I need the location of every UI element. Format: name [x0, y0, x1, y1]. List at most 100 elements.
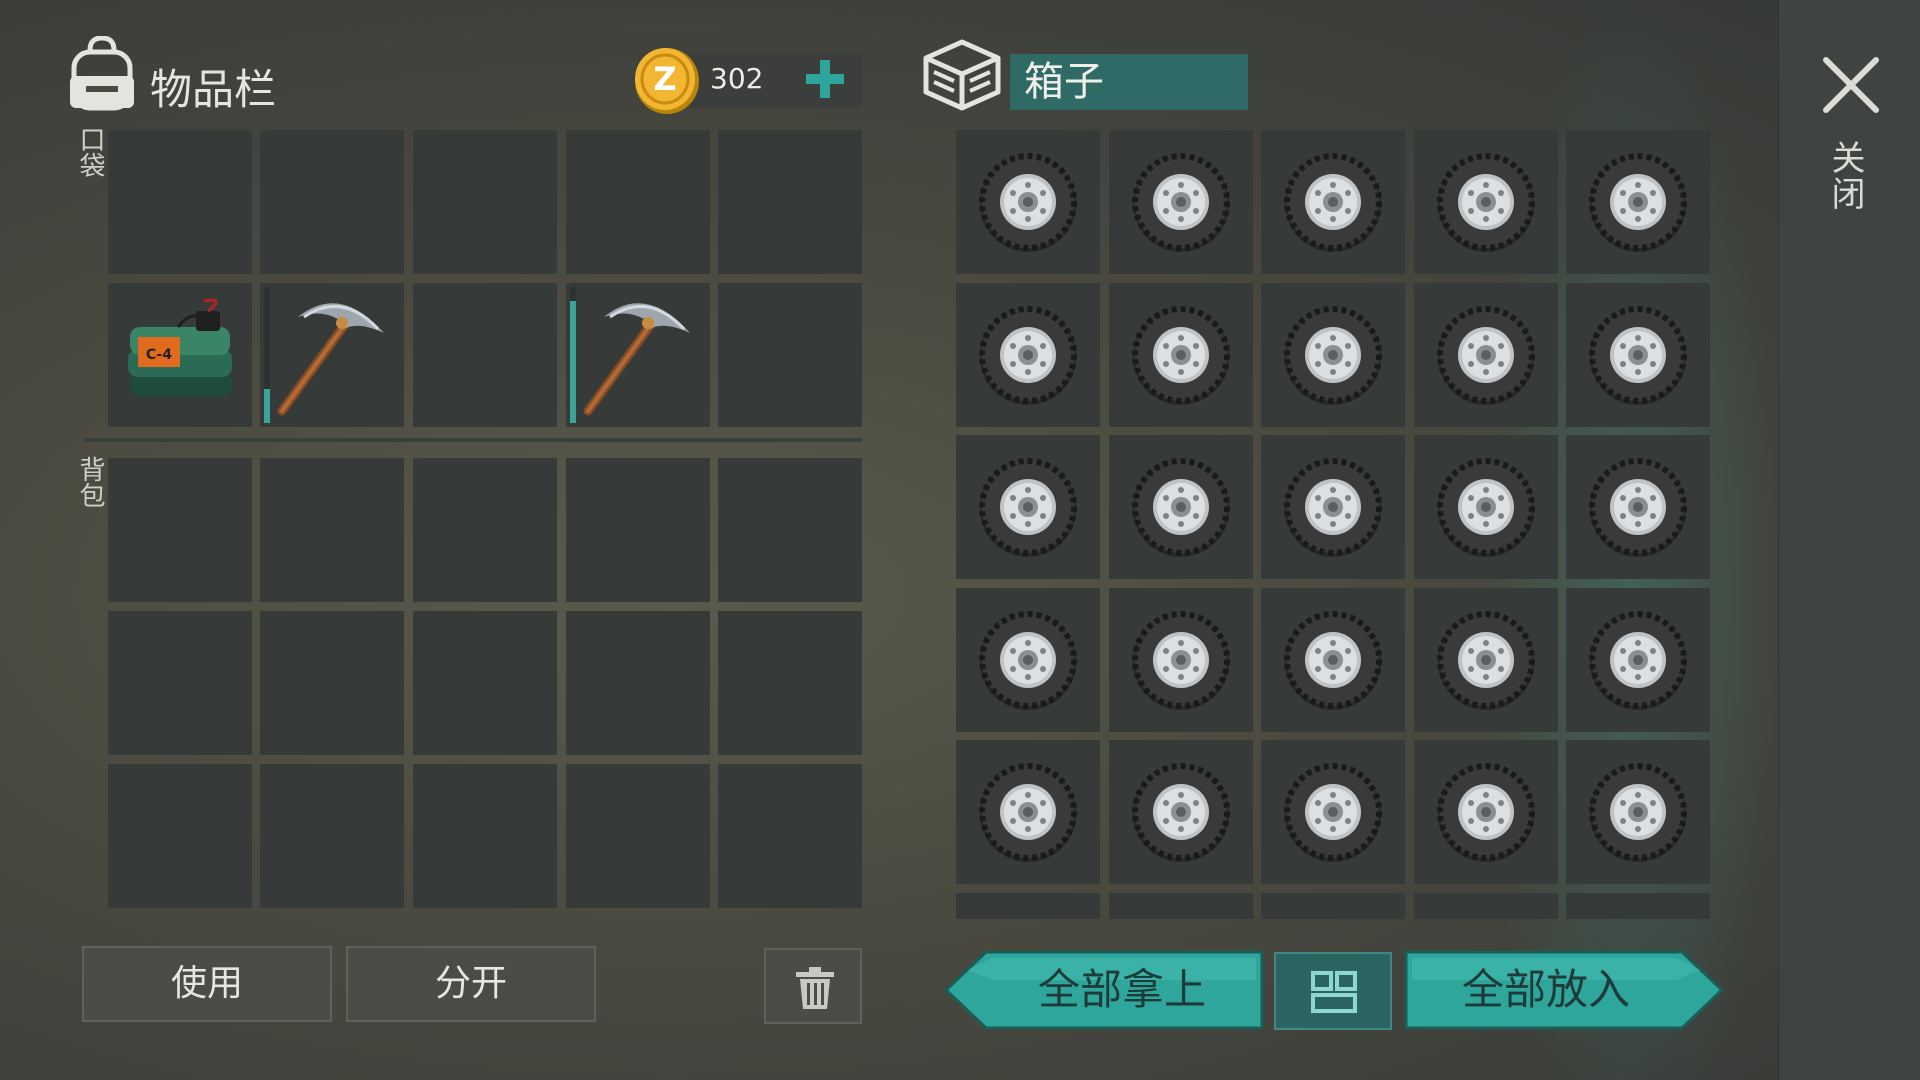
container-slot[interactable] [956, 740, 1100, 884]
tire-icon [1414, 283, 1558, 431]
container-slot[interactable] [1108, 282, 1253, 427]
backpack-slot[interactable] [260, 458, 404, 602]
durability-fill [264, 389, 270, 423]
pocket-slot-4[interactable] [566, 130, 710, 274]
backpack-label: 背包 [75, 456, 105, 508]
pocket-slot-3[interactable] [413, 130, 557, 274]
currency-value: 302 [710, 62, 764, 95]
backpack-slot[interactable] [108, 611, 252, 755]
container-slot[interactable] [1566, 587, 1710, 732]
tire-icon [1414, 588, 1558, 736]
tire-icon [1109, 283, 1253, 431]
container-slot[interactable] [1108, 740, 1253, 884]
backpack-slot[interactable] [108, 458, 252, 602]
tire-icon [1109, 740, 1253, 888]
tire-icon [1566, 588, 1710, 736]
tire-icon [1414, 130, 1558, 278]
container-slot[interactable] [956, 892, 1100, 919]
container-slot[interactable] [1413, 892, 1558, 919]
backpack-slot[interactable] [413, 611, 557, 755]
pocket-slot-8[interactable] [413, 283, 557, 427]
container-slot[interactable] [1566, 740, 1710, 884]
tire-icon [1566, 130, 1710, 278]
coin-icon: Z [635, 48, 699, 114]
container-slot[interactable] [1108, 892, 1253, 919]
container-slot[interactable] [1413, 740, 1558, 884]
backpack-slot[interactable] [413, 458, 557, 602]
tire-icon [1261, 283, 1405, 431]
tire-icon [956, 740, 1100, 888]
container-slot[interactable] [956, 435, 1100, 579]
container-slot[interactable] [1108, 435, 1253, 579]
pickaxe-icon [583, 303, 690, 416]
container-slot[interactable] [1566, 435, 1710, 579]
backpack-slot[interactable] [108, 764, 252, 908]
container-slot[interactable] [1261, 130, 1405, 274]
backpack-slot[interactable] [718, 611, 862, 755]
tire-icon [1566, 435, 1710, 583]
container-slot[interactable] [1261, 740, 1405, 884]
container-slot[interactable] [1413, 130, 1558, 274]
tire-icon [956, 435, 1100, 583]
c4-label: C-4 [146, 347, 172, 363]
box-icon [923, 39, 1001, 111]
sort-grid-icon [1311, 971, 1357, 1013]
add-currency-button[interactable] [800, 54, 850, 104]
container-slot[interactable] [1566, 130, 1710, 274]
close-icon[interactable] [1818, 52, 1884, 118]
pocket-slot-9[interactable] [566, 283, 710, 427]
pocket-slot-6[interactable]: C-4 [108, 283, 252, 427]
pocket-slot-2[interactable] [260, 130, 404, 274]
tire-icon [1261, 435, 1405, 583]
backpack-slot[interactable] [566, 764, 710, 908]
tire-icon [1414, 740, 1558, 888]
container-slot[interactable] [1108, 130, 1253, 274]
tire-icon [1109, 435, 1253, 583]
container-slot[interactable] [956, 587, 1100, 732]
close-label[interactable]: 关闭 [1825, 140, 1870, 212]
take-all-button[interactable]: 全部拿上 [942, 950, 1264, 1030]
container-slot[interactable] [1413, 587, 1558, 732]
use-button[interactable]: 使用 [82, 946, 332, 1022]
container-slot[interactable] [1413, 435, 1558, 579]
container-slot[interactable] [1261, 587, 1405, 732]
tire-icon [1566, 740, 1710, 888]
container-slot[interactable] [1108, 587, 1253, 732]
split-button[interactable]: 分开 [346, 946, 596, 1022]
durability-fill [570, 301, 576, 423]
svg-text:Z: Z [653, 60, 676, 98]
tire-icon [1261, 740, 1405, 888]
c4-explosive-icon: C-4 [128, 298, 232, 397]
tire-icon [1566, 283, 1710, 431]
container-slot[interactable] [956, 130, 1100, 274]
put-all-label: 全部放入 [1461, 965, 1630, 1014]
section-divider [84, 438, 862, 442]
pocket-slot-1[interactable] [108, 130, 252, 274]
pocket-slot-5[interactable] [718, 130, 862, 274]
container-slot[interactable] [1261, 282, 1405, 427]
container-slot[interactable] [1566, 282, 1710, 427]
container-slot[interactable] [1261, 435, 1405, 579]
trash-button[interactable] [764, 948, 862, 1024]
inventory-title: 物品栏 [150, 65, 277, 114]
pickaxe-icon [277, 303, 384, 416]
container-slot[interactable] [1413, 282, 1558, 427]
tire-icon [1414, 435, 1558, 583]
backpack-slot[interactable] [566, 458, 710, 602]
sort-button[interactable] [1274, 952, 1392, 1030]
pocket-slot-7[interactable] [260, 283, 404, 427]
container-slot[interactable] [1261, 892, 1405, 919]
container-slot[interactable] [956, 282, 1100, 427]
put-all-button[interactable]: 全部放入 [1404, 950, 1726, 1030]
pocket-slot-10[interactable] [718, 283, 862, 427]
backpack-slot[interactable] [718, 458, 862, 602]
backpack-slot[interactable] [413, 764, 557, 908]
backpack-slot[interactable] [566, 611, 710, 755]
backpack-slot[interactable] [260, 611, 404, 755]
container-slot[interactable] [1566, 892, 1710, 919]
backpack-slot[interactable] [260, 764, 404, 908]
trash-icon [796, 967, 834, 1009]
backpack-slot[interactable] [718, 764, 862, 908]
durability-bar [264, 287, 270, 423]
tire-icon [1261, 130, 1405, 278]
